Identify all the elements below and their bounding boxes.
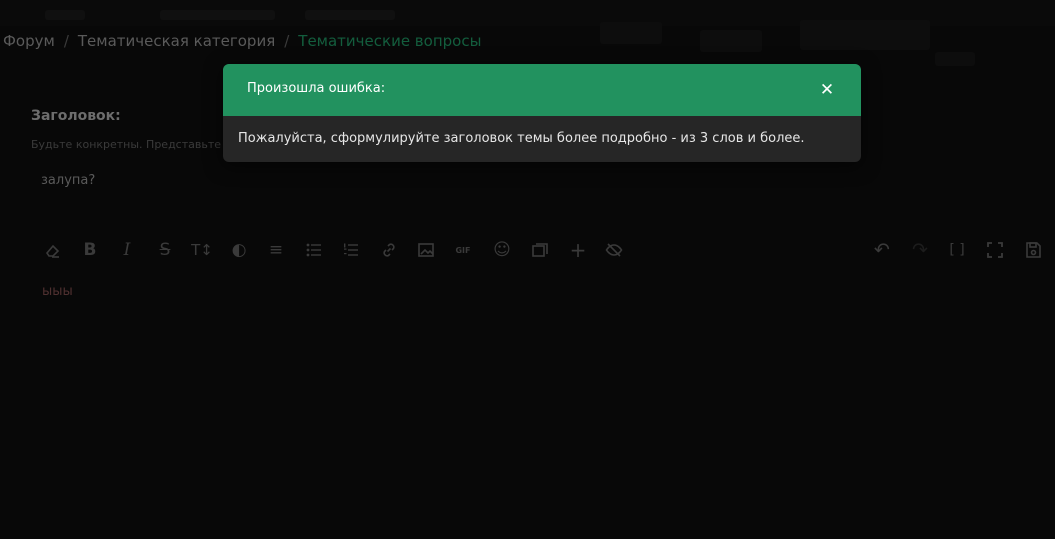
dialog-header: Произошла ошибка: ✕ <box>223 64 861 116</box>
page: Форум / Тематическая категория / Тематич… <box>0 0 1055 539</box>
error-dialog: Произошла ошибка: ✕ Пожалуйста, сформули… <box>223 64 861 162</box>
dialog-title: Произошла ошибка: <box>247 81 386 96</box>
close-icon[interactable]: ✕ <box>817 80 837 100</box>
dialog-message: Пожалуйста, сформулируйте заголовок темы… <box>238 131 805 146</box>
